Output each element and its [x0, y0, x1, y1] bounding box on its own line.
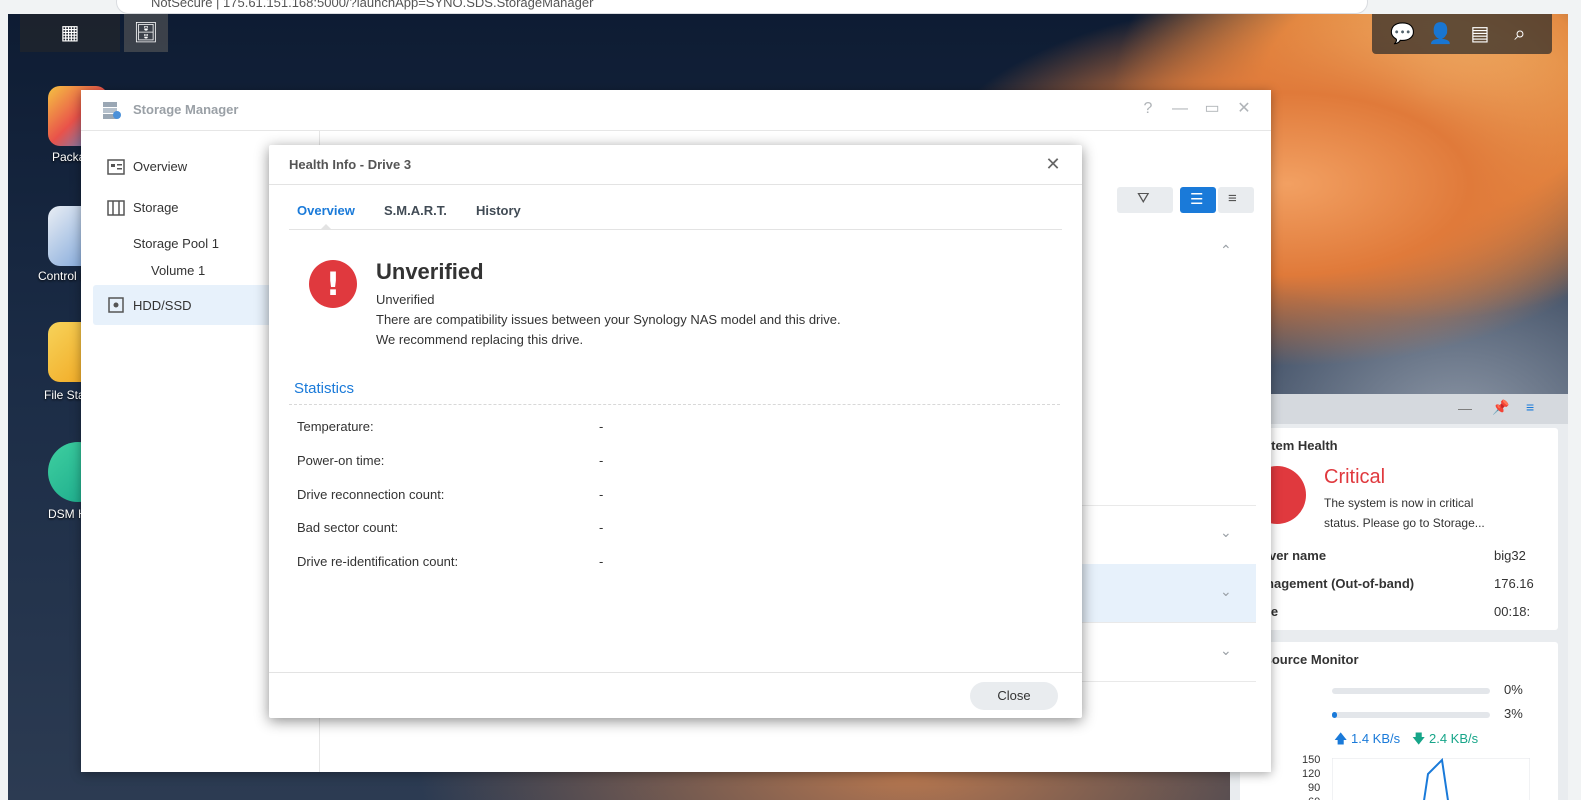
ram-bar-fill [1332, 712, 1337, 718]
compact-list-icon: ≡ [1228, 190, 1237, 207]
browser-right-border [1568, 14, 1581, 800]
stat-label: Power-on time: [297, 453, 385, 468]
compact-view-button[interactable]: ≡ [1218, 187, 1254, 213]
hdd-icon [108, 297, 124, 313]
user-icon[interactable]: 👤 [1428, 22, 1453, 46]
detail-list-icon: ☰ [1190, 191, 1204, 208]
filter-button[interactable]: ⛛ [1117, 187, 1173, 213]
status-heading: Unverified [376, 259, 484, 284]
download-value: 2.4 KB/s [1428, 731, 1479, 746]
info-value: 176.16 [1494, 576, 1534, 591]
search-icon[interactable]: ⌕ [1508, 22, 1532, 46]
upload-value: 1.4 KB/s [1350, 731, 1401, 746]
info-label[interactable]: Management (Out-of-band) [1248, 576, 1414, 591]
filter-icon: ⛛ [1137, 190, 1150, 207]
cpu-bar [1332, 688, 1490, 694]
storage-manager-icon: 🗄 [133, 22, 159, 44]
chevron-up-icon[interactable]: ⌃ [1220, 242, 1232, 259]
storage-manager-app-icon [103, 102, 121, 119]
main-menu-button[interactable]: ▦ [20, 14, 120, 52]
y-tick: 150 [1302, 754, 1321, 766]
widget-settings-icon[interactable]: ≡ [1526, 399, 1534, 415]
info-value: big32 [1494, 548, 1526, 563]
window-title: Storage Manager [133, 102, 239, 117]
stat-label: Drive re-identification count: [297, 554, 459, 569]
network-graph [1332, 758, 1530, 800]
tab-history[interactable]: History [476, 203, 521, 218]
stat-value: - [599, 453, 604, 468]
sidebar-item-storage-pool[interactable]: Storage Pool 1 [133, 236, 219, 251]
active-tab-indicator [320, 224, 332, 230]
sidebar-item-label: Storage [133, 200, 179, 215]
ram-bar [1332, 712, 1490, 718]
system-health-widget: System Health Critical The system is now… [1240, 428, 1558, 630]
health-message-line1: The system is now in critical [1324, 496, 1474, 510]
address-text: NotSecure | 175.61.151.168:5000/?launchA… [151, 0, 594, 10]
statistics-divider [289, 404, 1060, 405]
window-titlebar[interactable]: Storage Manager ? — ▭ ✕ [81, 90, 1271, 131]
stat-value: - [599, 520, 604, 535]
y-tick: 60 [1308, 796, 1320, 800]
warning-icon: ! [309, 260, 357, 308]
storage-icon [107, 200, 125, 216]
tab-divider [289, 229, 1062, 230]
maximize-icon[interactable]: ▭ [1203, 100, 1221, 118]
close-button[interactable]: Close [970, 682, 1058, 710]
pin-icon[interactable]: 📌 [1492, 399, 1509, 416]
sidebar-item-label: HDD/SSD [133, 298, 192, 313]
help-icon[interactable]: ? [1139, 100, 1157, 118]
health-message-line2[interactable]: status. Please go to Storage... [1324, 516, 1485, 530]
footer-divider [269, 672, 1082, 673]
browser-toolbar: NotSecure | 175.61.151.168:5000/?launchA… [0, 0, 1581, 15]
widget-panel: — 📌 ≡ System Health Critical The system … [1230, 394, 1568, 800]
y-tick: 120 [1302, 768, 1321, 780]
health-status: Critical [1324, 466, 1386, 488]
address-bar[interactable]: NotSecure | 175.61.151.168:5000/?launchA… [116, 0, 1368, 14]
chevron-down-icon[interactable]: ⌄ [1220, 583, 1232, 600]
status-recommendation: We recommend replacing this drive. [376, 332, 584, 347]
status-subtitle: Unverified [376, 292, 435, 307]
status-message: There are compatibility issues between y… [376, 312, 841, 327]
widget-panel-header: — 📌 ≡ [1230, 394, 1568, 424]
minimize-icon[interactable]: — [1458, 400, 1472, 416]
notification-icon[interactable]: 💬 [1390, 22, 1415, 46]
y-tick: 90 [1308, 782, 1321, 794]
dialog-title: Health Info - Drive 3 [289, 157, 412, 172]
network-line [1423, 758, 1449, 800]
stat-value: - [599, 554, 604, 569]
cpu-percent: 0% [1504, 682, 1523, 697]
info-value: 00:18: [1494, 604, 1531, 619]
download-rate: 🡇 2.4 KB/s [1412, 731, 1479, 746]
taskbar-storage-manager[interactable]: 🗄 [124, 14, 168, 52]
stat-label: Bad sector count: [297, 520, 399, 535]
overview-icon [107, 159, 125, 175]
stat-value: - [599, 419, 604, 434]
close-icon[interactable]: ✕ [1235, 100, 1253, 118]
list-view-button[interactable]: ☰ [1180, 187, 1216, 213]
statistics-title: Statistics [294, 380, 355, 397]
system-tray: 💬 👤 ▤ ⌕ [1372, 14, 1552, 54]
tab-overview[interactable]: Overview [297, 203, 355, 218]
minimize-icon[interactable]: — [1171, 100, 1189, 118]
sidebar-item-volume[interactable]: Volume 1 [151, 263, 205, 278]
resource-monitor-widget: Resource Monitor 0% 3% 🡅 1.4 KB/s 🡇 2.4 … [1240, 642, 1558, 800]
tab-smart[interactable]: S.M.A.R.T. [384, 203, 447, 218]
browser-left-border [0, 14, 8, 800]
widgets-icon[interactable]: ▤ [1468, 22, 1492, 46]
sidebar-item-label: Overview [133, 159, 188, 174]
stat-label: Temperature: [297, 419, 374, 434]
chevron-down-icon[interactable]: ⌄ [1220, 524, 1232, 541]
stat-label: Drive reconnection count: [297, 487, 445, 502]
upload-rate: 🡅 1.4 KB/s [1334, 731, 1401, 746]
health-info-dialog: Health Info - Drive 3 ✕ Overview S.M.A.R… [269, 145, 1082, 718]
grid-icon: ▦ [60, 22, 80, 44]
close-icon[interactable]: ✕ [1044, 155, 1062, 173]
ram-percent: 3% [1504, 706, 1523, 721]
stat-value: - [599, 487, 604, 502]
header-divider [269, 184, 1082, 185]
chevron-down-icon[interactable]: ⌄ [1220, 642, 1232, 659]
